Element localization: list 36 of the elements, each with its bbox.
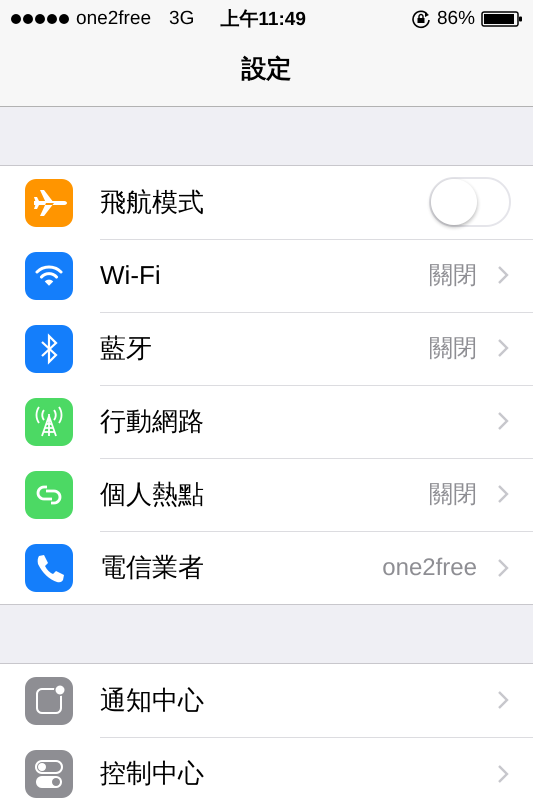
chevron-icon [497,411,509,431]
toggle-switch[interactable] [429,177,511,227]
carrier-name: one2free [76,8,152,30]
rotation-lock-icon [410,8,431,28]
row-value: 關閉 [429,480,477,510]
row-label: Wi-Fi [100,260,162,290]
settings-row[interactable]: 飛航模式 [0,166,533,239]
row-label: 控制中心 [100,757,205,790]
chevron-icon [497,690,509,710]
settings-row[interactable]: 控制中心 [0,737,533,800]
settings-row[interactable]: 通知中心 [0,664,533,737]
settings-row[interactable]: 行動網路 [0,385,533,458]
row-value: 關閉 [429,261,477,291]
status-time: 上午11:49 [220,8,306,32]
chevron-icon [497,484,509,504]
battery-percent: 86% [436,8,475,30]
row-label: 個人熱點 [100,478,205,510]
row-value: one2free [382,554,477,582]
screen-title: 設定 [242,54,292,85]
settings-row[interactable]: 藍牙 關閉 [0,312,533,385]
row-label: 通知中心 [100,684,205,716]
row-label: 飛航模式 [100,186,205,218]
chevron-icon [497,558,509,578]
signal-icon [10,12,70,24]
row-label: 電信業者 [100,551,205,584]
row-value: 關閉 [429,334,477,364]
settings-row[interactable]: 個人熱點 關閉 [0,458,533,531]
network-type: 3G [169,8,194,30]
chevron-icon [497,338,509,358]
row-label: 行動網路 [100,404,205,438]
settings-row[interactable]: Wi-Fi 關閉 [0,239,533,312]
chevron-icon [497,764,509,784]
row-label: 藍牙 [100,332,153,364]
battery-icon [481,10,523,28]
settings-row[interactable]: 電信業者 one2free [0,531,533,604]
chevron-icon [497,265,509,285]
